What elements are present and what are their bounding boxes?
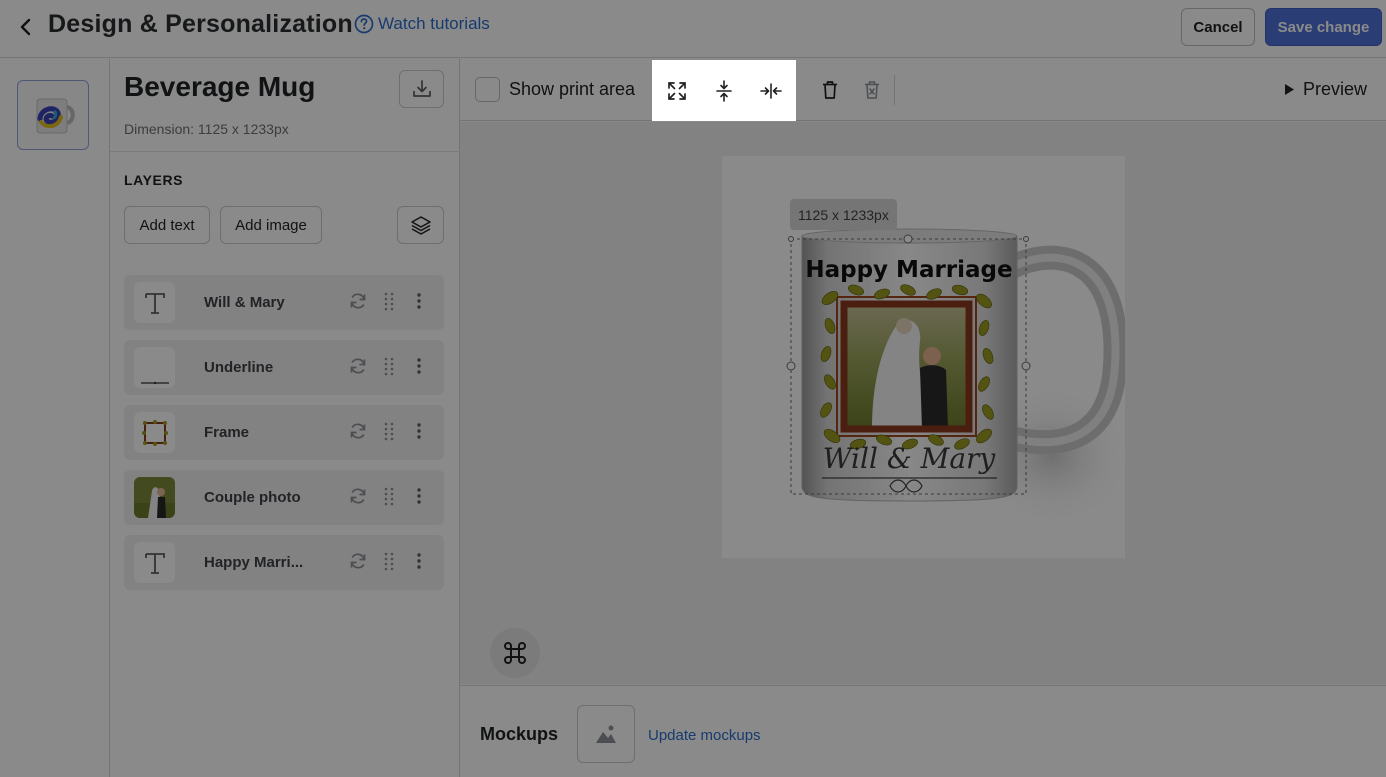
layers-stack-icon bbox=[410, 216, 431, 235]
drag-handle-icon[interactable] bbox=[382, 551, 396, 571]
chevron-left-icon bbox=[20, 18, 31, 36]
sync-icon[interactable] bbox=[348, 291, 368, 311]
product-name: Beverage Mug bbox=[124, 71, 316, 102]
trash-icon bbox=[823, 81, 837, 99]
delete-layer-button[interactable] bbox=[812, 72, 848, 108]
fit-tool-group bbox=[652, 60, 796, 121]
add-image-button[interactable]: Add image bbox=[220, 206, 322, 244]
layer-label: Frame bbox=[204, 424, 250, 441]
fit-horizontal-icon bbox=[759, 82, 782, 99]
layer-thumbnail bbox=[134, 412, 175, 453]
size-tag: 1125 x 1233px bbox=[790, 199, 897, 230]
back-button[interactable] bbox=[14, 13, 38, 41]
text-type-icon bbox=[144, 292, 165, 314]
preview-label: Preview bbox=[1303, 79, 1368, 99]
layer-item-will-and-mary[interactable]: Will & Mary bbox=[124, 275, 444, 330]
canvas-toolbar: Show print area Preview bbox=[460, 59, 1386, 121]
more-vertical-icon[interactable] bbox=[412, 291, 426, 311]
fit-width-button[interactable] bbox=[753, 73, 789, 109]
cancel-button[interactable]: Cancel bbox=[1181, 8, 1255, 46]
trash-x-icon bbox=[865, 81, 879, 99]
layer-thumbnail bbox=[134, 477, 175, 518]
underline-image-icon bbox=[140, 381, 169, 384]
layer-item-couple-photo[interactable]: Couple photo bbox=[124, 470, 444, 525]
layer-thumbnail bbox=[134, 282, 175, 323]
product-thumbnail-column bbox=[0, 59, 110, 777]
more-vertical-icon[interactable] bbox=[412, 486, 426, 506]
mug-names-text: Will & Mary bbox=[823, 442, 997, 475]
layer-item-underline[interactable]: Underline bbox=[124, 340, 444, 395]
drag-handle-icon[interactable] bbox=[382, 486, 396, 506]
drag-handle-icon[interactable] bbox=[382, 421, 396, 441]
photo-image-icon bbox=[134, 477, 175, 518]
drag-handle-icon[interactable] bbox=[382, 356, 396, 376]
layer-item-happy-marriage[interactable]: Happy Marri... bbox=[124, 535, 444, 590]
layers-stack-button[interactable] bbox=[397, 206, 444, 244]
mockup-thumbnail[interactable] bbox=[577, 705, 635, 763]
design-canvas: Happy Marriage Will & Mary 1125 x 1233px bbox=[460, 122, 1386, 684]
product-dimension: Dimension: 1125 x 1233px bbox=[124, 121, 289, 137]
layers-panel: Beverage Mug Dimension: 1125 x 1233px LA… bbox=[110, 59, 460, 777]
command-icon bbox=[504, 642, 526, 664]
sync-icon[interactable] bbox=[348, 486, 368, 506]
update-mockups-link[interactable]: Update mockups bbox=[648, 727, 761, 744]
save-change-button[interactable]: Save change bbox=[1265, 8, 1382, 46]
layer-thumbnail bbox=[134, 542, 175, 583]
layers-heading: LAYERS bbox=[124, 172, 184, 188]
sync-icon[interactable] bbox=[348, 551, 368, 571]
mug-title-text: Happy Marriage bbox=[805, 257, 1012, 283]
preview-button[interactable]: Preview bbox=[1284, 79, 1367, 100]
layer-list: Will & Mary Underline Frame Couple photo… bbox=[124, 275, 444, 600]
toolbar-separator bbox=[894, 75, 895, 105]
layer-label: Underline bbox=[204, 359, 274, 376]
image-placeholder-icon bbox=[596, 725, 616, 743]
watch-tutorials-link[interactable]: Watch tutorials bbox=[354, 14, 490, 34]
sync-icon[interactable] bbox=[348, 356, 368, 376]
mug-preview: Happy Marriage Will & Mary bbox=[786, 228, 1125, 526]
layer-label: Will & Mary bbox=[204, 294, 285, 311]
drag-handle-icon[interactable] bbox=[382, 291, 396, 311]
expand-icon bbox=[668, 81, 687, 100]
layer-item-frame[interactable]: Frame bbox=[124, 405, 444, 460]
show-print-area-checkbox[interactable] bbox=[475, 77, 500, 102]
add-text-button[interactable]: Add text bbox=[124, 206, 210, 244]
watch-tutorials-label: Watch tutorials bbox=[378, 14, 490, 33]
top-bar: Design & Personalization Watch tutorials… bbox=[0, 0, 1386, 58]
sync-icon[interactable] bbox=[348, 421, 368, 441]
layer-label: Happy Marri... bbox=[204, 554, 304, 571]
delete-all-button[interactable] bbox=[854, 72, 890, 108]
frame-image-icon bbox=[141, 419, 168, 446]
download-icon bbox=[412, 80, 431, 97]
fit-to-canvas-button[interactable] bbox=[659, 73, 695, 109]
play-icon bbox=[1285, 84, 1294, 95]
download-button[interactable] bbox=[399, 70, 444, 108]
more-vertical-icon[interactable] bbox=[412, 551, 426, 571]
more-vertical-icon[interactable] bbox=[412, 421, 426, 441]
page-title: Design & Personalization bbox=[48, 10, 353, 38]
panel-divider bbox=[110, 151, 460, 152]
mug-thumbnail-image bbox=[36, 98, 75, 134]
layer-label: Couple photo bbox=[204, 489, 301, 506]
artboard[interactable]: Happy Marriage Will & Mary 1125 x 1233px bbox=[722, 156, 1125, 558]
mockups-label: Mockups bbox=[480, 724, 559, 744]
text-type-icon bbox=[144, 552, 165, 574]
show-print-area-label: Show print area bbox=[509, 79, 636, 99]
more-vertical-icon[interactable] bbox=[412, 356, 426, 376]
help-circle-icon bbox=[354, 14, 374, 34]
product-thumbnail[interactable] bbox=[17, 80, 89, 150]
keyboard-shortcuts-button[interactable] bbox=[490, 628, 540, 678]
layer-thumbnail bbox=[134, 347, 175, 388]
fit-height-button[interactable] bbox=[706, 73, 742, 109]
fit-vertical-icon bbox=[716, 79, 732, 102]
mockups-bar: Mockups Update mockups bbox=[460, 685, 1386, 777]
